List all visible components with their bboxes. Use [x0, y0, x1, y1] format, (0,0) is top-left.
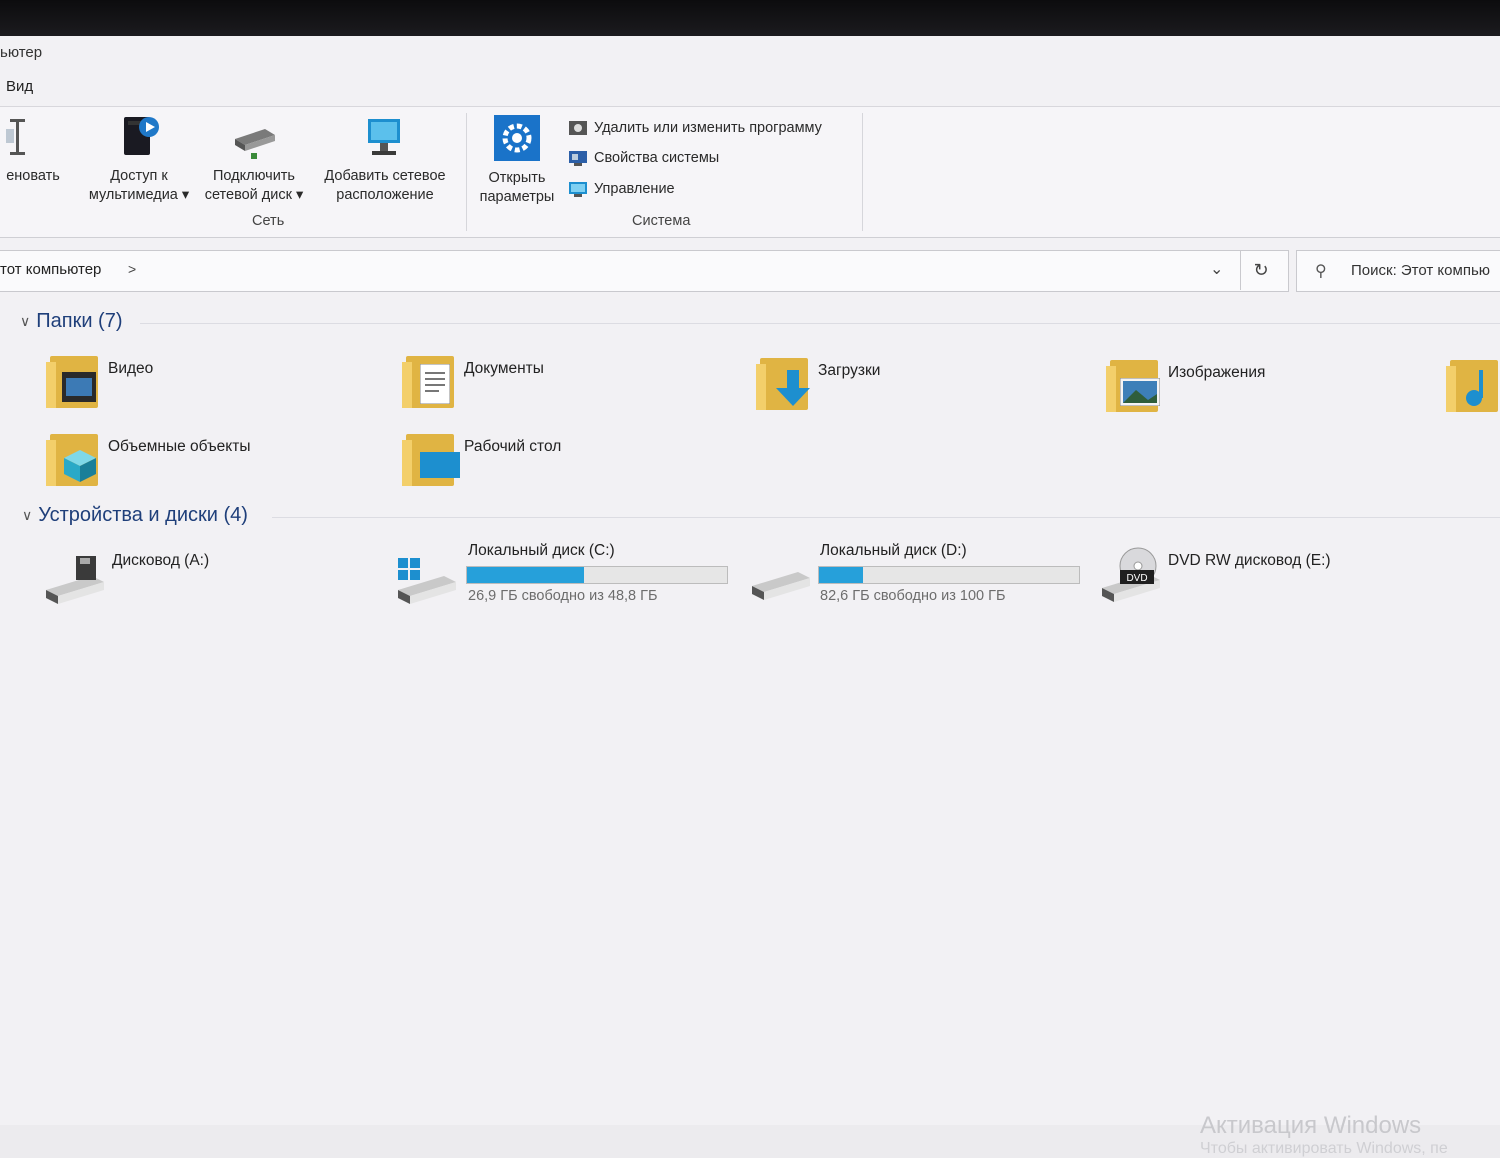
open-settings-button[interactable]: Открыть параметры: [472, 115, 562, 207]
free-space-text: 82,6 ГБ свободно из 100 ГБ: [820, 588, 1006, 604]
section-divider: [272, 517, 1500, 518]
ribbon-separator: [466, 113, 467, 231]
management-icon: [568, 180, 588, 198]
floppy-drive-icon: [46, 556, 104, 604]
management-label: Управление: [594, 181, 675, 197]
windows-drive-icon: [398, 558, 456, 604]
folder-icon: [402, 428, 460, 486]
drive-item-a[interactable]: Дисковод (A:): [42, 546, 342, 610]
folder-item[interactable]: Объемные объекты: [46, 428, 251, 486]
folder-label: Изображения: [1168, 364, 1266, 381]
folder-icon: [1446, 354, 1500, 412]
uninstall-program-command[interactable]: Удалить или изменить программу: [568, 119, 822, 137]
rename-label: еновать: [6, 168, 60, 184]
refresh-icon[interactable]: ↻: [1240, 250, 1281, 290]
uninstall-program-label: Удалить или изменить программу: [594, 120, 822, 136]
usage-fill: [467, 567, 584, 583]
folder-item[interactable]: Документы: [402, 350, 544, 408]
desktop-icon: [420, 452, 460, 478]
monitor-bezel: [0, 0, 1500, 40]
dvd-badge: DVD: [1126, 573, 1147, 584]
devices-section-header[interactable]: ∨ Устройства и диски (4): [22, 504, 248, 527]
map-network-drive-label: Подключить сетевой диск ▾: [204, 168, 304, 203]
uninstall-icon: [568, 119, 588, 137]
ribbon: еновать Доступ к мультимедиа ▾ Подключит…: [0, 106, 1500, 238]
add-network-location-button[interactable]: Добавить сетевое расположение: [312, 115, 458, 205]
folder-item[interactable]: Загрузки: [756, 352, 880, 410]
system-properties-command[interactable]: Свойства системы: [568, 149, 719, 167]
network-location-icon: [362, 115, 408, 159]
system-properties-icon: [568, 149, 588, 167]
usage-bar: [466, 566, 728, 584]
activation-watermark-subtext: Чтобы активировать Windows, пе: [1200, 1140, 1448, 1157]
folder-label: Объемные объекты: [108, 438, 251, 455]
search-icon: ⚲: [1315, 263, 1327, 280]
chevron-down-icon[interactable]: ∨: [20, 313, 30, 330]
breadcrumb[interactable]: тот компьютер: [0, 261, 101, 278]
folder-label: Видео: [108, 360, 154, 377]
system-properties-label: Свойства системы: [594, 150, 720, 166]
folders-section-header[interactable]: ∨ Папки (7): [20, 310, 123, 333]
drive-item-d[interactable]: Локальный диск (D:) 82,6 ГБ свободно из …: [748, 540, 1088, 612]
ribbon-separator: [862, 113, 863, 231]
window-title: ьютер: [0, 44, 43, 61]
cube-icon: [64, 450, 96, 482]
add-network-location-label: Добавить сетевое расположение: [324, 168, 446, 203]
dvd-drive-icon: DVD: [1102, 547, 1160, 602]
gear-icon: [494, 115, 540, 161]
hard-drive-icon: [752, 572, 810, 600]
folder-icon: [402, 350, 456, 408]
map-network-drive-button[interactable]: Подключить сетевой диск ▾: [200, 119, 308, 205]
drive-label: DVD RW дисковод (E:): [1168, 552, 1331, 569]
drive-item-e[interactable]: DVD DVD RW дисковод (E:): [1098, 546, 1398, 610]
management-command[interactable]: Управление: [568, 180, 675, 198]
folder-label: Загрузки: [818, 362, 881, 379]
folder-icon: [46, 350, 100, 408]
search-box[interactable]: ⚲ Поиск: Этот компью: [1296, 250, 1500, 292]
usage-fill: [819, 567, 864, 583]
drive-label: Локальный диск (C:): [468, 542, 615, 559]
drive-item-c[interactable]: Локальный диск (C:) 26,9 ГБ свободно из …: [394, 540, 734, 612]
document-icon: [420, 364, 450, 404]
search-input[interactable]: Поиск: Этот компью: [1351, 262, 1490, 279]
image-icon: [1120, 378, 1160, 406]
drive-label: Локальный диск (D:): [820, 542, 967, 559]
drive-label: Дисковод (A:): [112, 552, 210, 569]
file-explorer-window: ьютер Вид еновать Доступ к мультимедиа ▾…: [0, 36, 1500, 1157]
folder-icon: [1106, 354, 1160, 412]
folder-item[interactable]: Видео: [46, 350, 153, 408]
free-space-text: 26,9 ГБ свободно из 48,8 ГБ: [468, 588, 658, 604]
folder-label: Рабочий стол: [464, 438, 562, 455]
rename-icon: [6, 117, 30, 159]
network-group-label: Сеть: [252, 213, 285, 229]
breadcrumb-chevron-icon[interactable]: >: [128, 261, 136, 277]
tab-view[interactable]: Вид: [6, 78, 33, 95]
music-icon: [1466, 370, 1483, 406]
chevron-down-icon[interactable]: ⌄: [1210, 259, 1223, 279]
devices-section-title: Устройства и диски (4): [38, 504, 248, 526]
folder-label: Документы: [464, 360, 544, 377]
folder-item[interactable]: Рабочий стол: [402, 428, 561, 486]
media-access-label: Доступ к мультимедиа ▾: [88, 168, 190, 203]
folders-section-title: Папки (7): [36, 310, 123, 332]
folder-icon: [46, 428, 100, 486]
chevron-down-icon[interactable]: ∨: [22, 507, 32, 524]
media-server-icon: [116, 113, 162, 159]
media-access-button[interactable]: Доступ к мультимедиа ▾: [80, 113, 198, 205]
network-drive-icon: [231, 119, 277, 159]
folder-item-partial[interactable]: [1446, 354, 1500, 412]
folder-icon: [756, 352, 810, 410]
open-settings-label: Открыть параметры: [479, 170, 555, 205]
address-bar[interactable]: тот компьютер > ⌄: [0, 250, 1289, 292]
section-divider: [140, 323, 1500, 324]
activation-watermark: Активация Windows: [1200, 1112, 1422, 1139]
usage-bar: [818, 566, 1080, 584]
folder-item[interactable]: Изображения: [1106, 354, 1265, 412]
video-icon: [62, 372, 96, 402]
rename-button[interactable]: еновать: [0, 117, 66, 186]
download-arrow-icon: [776, 370, 810, 406]
system-group-label: Система: [632, 213, 691, 229]
